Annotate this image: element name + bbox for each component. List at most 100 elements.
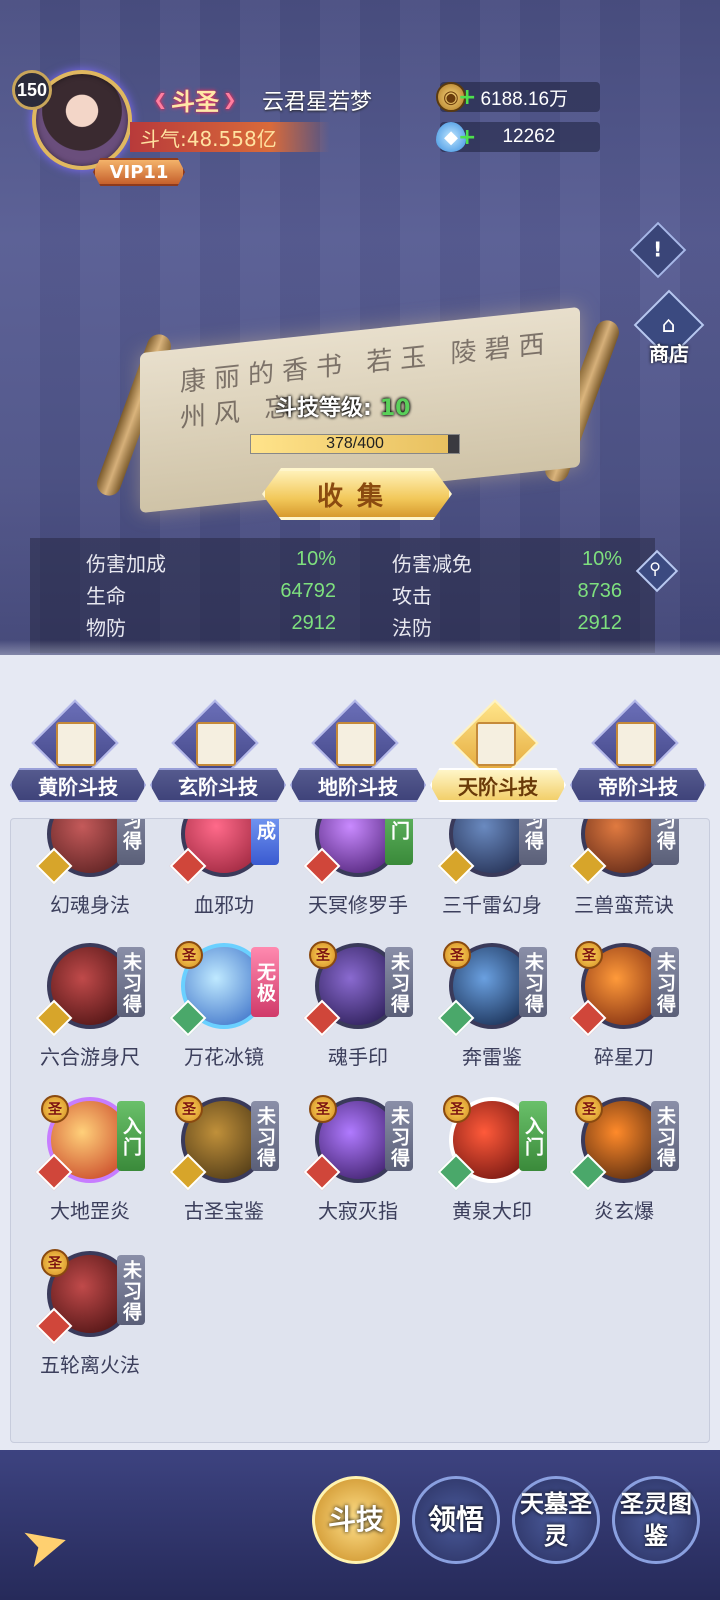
scroll-book-icon: [336, 722, 376, 766]
skill-progress-bar: 378/400: [250, 434, 460, 454]
stat-label: 伤害减免: [392, 552, 472, 576]
skill-status-badge: 习得: [651, 819, 679, 865]
skill-status-badge: 习得: [519, 819, 547, 865]
skill-progress-text: 378/400: [326, 435, 384, 452]
exclamation-icon: !: [653, 238, 663, 262]
stat-value: 8736: [577, 580, 623, 602]
tab-yellow-tier[interactable]: 黄阶斗技: [10, 699, 146, 812]
stat-value: 10%: [581, 548, 622, 570]
skill-item[interactable]: 圣 未习得奔雷鉴: [427, 941, 557, 1093]
level-badge: 150: [12, 70, 52, 110]
gold-resource: ◉ + 6188.16万: [436, 82, 600, 112]
skill-item[interactable]: 圣 未习得 五轮离火法: [25, 1249, 155, 1401]
nav-comprehend[interactable]: 领悟: [412, 1476, 500, 1564]
skill-level-value: 10: [379, 396, 411, 421]
tier-tabs: 黄阶斗技 玄阶斗技 地阶斗技 天阶斗技 帝阶斗技: [0, 699, 720, 818]
skill-item[interactable]: 习得 三千雷幻身: [427, 819, 557, 941]
scroll-book-icon: [196, 722, 236, 766]
skill-status-badge: 未习得: [385, 1101, 413, 1171]
rank-text: 斗圣: [171, 87, 219, 116]
stat-label: 法防: [392, 616, 432, 640]
stat-label: 伤害加成: [86, 552, 166, 576]
skill-status-badge: 习得: [117, 819, 145, 865]
stat-value: 10%: [295, 548, 336, 570]
add-gold-button[interactable]: +: [458, 85, 476, 110]
stat-physical-defense: 物防 2912: [86, 612, 336, 641]
nav-fighting-skill[interactable]: 斗技: [312, 1476, 400, 1564]
skill-name: 三兽蛮荒诀: [574, 893, 674, 917]
wing-left-icon: ❮: [153, 89, 167, 109]
sage-badge: 圣: [175, 1095, 203, 1123]
stats-panel: 伤害加成 10% 伤害减免 10% 生命 64792 攻击 8736 物防 2912 法防…: [30, 538, 655, 653]
skill-level-label: 斗技等级:: [275, 396, 372, 421]
scroll-book-icon: [476, 722, 516, 766]
skill-item[interactable]: 成血邪功: [159, 819, 289, 941]
tab-label: 玄阶斗技: [150, 768, 286, 802]
skill-item[interactable]: 圣 未习得 魂手印: [293, 941, 423, 1093]
skill-status-badge: 未习得: [117, 947, 145, 1017]
power-display: 斗气:48.558亿: [130, 122, 330, 152]
nav-spirit-codex[interactable]: 圣灵图鉴: [612, 1476, 700, 1564]
sage-badge: 圣: [309, 941, 337, 969]
skill-name: 六合游身尺: [40, 1045, 140, 1069]
stat-value: 2912: [577, 612, 623, 634]
shop-label: 商店: [649, 342, 689, 366]
wing-right-icon: ❯: [223, 89, 237, 109]
stat-label: 物防: [86, 616, 126, 640]
skill-item[interactable]: 圣 未习得 炎玄爆: [559, 1095, 689, 1247]
sage-badge: 圣: [41, 1249, 69, 1277]
skill-grid[interactable]: 习得 幻魂身法成血邪功门天冥修罗手 习得 三千雷幻身 习得 三兽蛮荒诀 未习得 六合游身尺圣无…: [10, 818, 710, 1443]
stat-hp: 生命 64792: [86, 580, 336, 609]
stat-damage-bonus: 伤害加成 10%: [86, 548, 336, 577]
search-icon: ⚲: [649, 558, 661, 578]
tab-earth-tier[interactable]: 地阶斗技: [290, 699, 426, 812]
panel-divider: [0, 640, 720, 680]
stat-magic-defense: 法防 2912: [392, 612, 622, 641]
sage-badge: 圣: [443, 941, 471, 969]
skill-name: 魂手印: [328, 1045, 388, 1069]
tab-emperor-tier[interactable]: 帝阶斗技: [570, 699, 706, 812]
tab-label: 天阶斗技: [430, 768, 566, 802]
skill-name: 炎玄爆: [594, 1199, 654, 1223]
stat-attack: 攻击 8736: [392, 580, 622, 609]
sage-badge: 圣: [175, 941, 203, 969]
skill-level: 斗技等级: 10: [275, 390, 410, 422]
skill-name: 奔雷鉴: [462, 1045, 522, 1069]
shop-button[interactable]: ⌂ 商店: [632, 289, 706, 370]
gem-value: 12262: [502, 126, 556, 147]
add-gem-button[interactable]: +: [458, 125, 476, 150]
skill-item[interactable]: 习得三兽蛮荒诀: [559, 819, 689, 941]
tab-label: 黄阶斗技: [10, 768, 146, 802]
tab-mystic-tier[interactable]: 玄阶斗技: [150, 699, 286, 812]
skill-item[interactable]: 圣 入门 黄泉大印: [427, 1095, 557, 1247]
skill-item[interactable]: 圣 入门 大地罡炎: [25, 1095, 155, 1247]
rank-title: ❮ 斗圣 ❯: [140, 84, 250, 116]
tab-label: 帝阶斗技: [570, 768, 706, 802]
sage-badge: 圣: [575, 941, 603, 969]
collect-button[interactable]: 收集: [262, 468, 452, 520]
stat-value: 2912: [291, 612, 337, 634]
skill-item[interactable]: 门天冥修罗手: [293, 819, 423, 941]
vip-badge[interactable]: VIP11: [93, 158, 185, 186]
skill-item[interactable]: 圣 未习得 古圣宝鉴: [159, 1095, 289, 1247]
sage-badge: 圣: [309, 1095, 337, 1123]
skill-name: 黄泉大印: [452, 1199, 532, 1223]
stat-label: 攻击: [392, 584, 432, 608]
skill-item[interactable]: 未习得六合游身尺: [25, 943, 155, 1093]
skill-status-badge: 入门: [117, 1101, 145, 1171]
skill-item[interactable]: 圣 无极 万花冰镜: [159, 941, 289, 1093]
skill-status-badge: 未习得: [519, 947, 547, 1017]
player-name: 云君星若梦: [262, 90, 373, 115]
skill-name: 血邪功: [194, 893, 254, 917]
scroll-book-icon: [616, 722, 656, 766]
tab-label: 地阶斗技: [290, 768, 426, 802]
skill-item[interactable]: 圣 未习得大寂灭指: [293, 1095, 423, 1247]
skill-item[interactable]: 习得 幻魂身法: [25, 819, 155, 941]
skill-status-badge: 成: [251, 819, 279, 865]
skill-status-badge: 未习得: [651, 947, 679, 1017]
skill-name: 大寂灭指: [318, 1199, 398, 1223]
skill-item[interactable]: 圣 未习得 碎星刀: [559, 941, 689, 1093]
tab-heaven-tier[interactable]: 天阶斗技: [430, 699, 566, 812]
sage-badge: 圣: [41, 1095, 69, 1123]
nav-tomb-spirit[interactable]: 天墓圣灵: [512, 1476, 600, 1564]
